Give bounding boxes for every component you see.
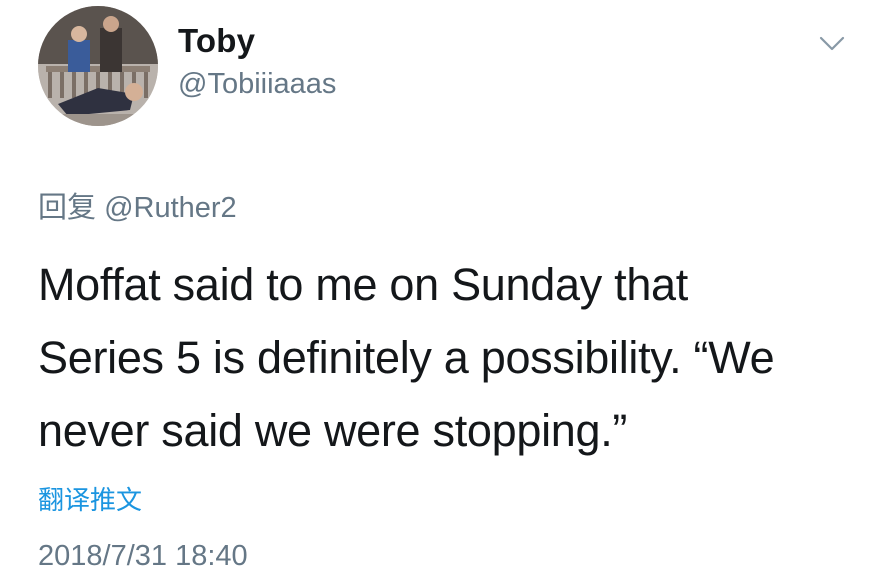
tweet-text-line: Moffat said to me on Sunday that [38,259,688,310]
tweet-text-line: Series 5 is definitely a possibility. “W… [38,332,775,383]
author-avatar[interactable] [38,6,158,126]
tweet-menu-button[interactable] [815,30,849,56]
author-handle[interactable]: @Tobiiiaaas [178,68,336,101]
avatar-photo-icon [38,6,158,126]
translate-tweet-link[interactable]: 翻译推文 [38,480,142,517]
tweet-timestamp[interactable]: 2018/7/31 18:40 [38,540,248,568]
reply-mention-link[interactable]: @Ruther2 [104,192,237,224]
tweet-text-line: never said we were stopping.” [38,405,628,456]
reply-context: 回复 @Ruther2 [38,184,237,226]
reply-prefix: 回复 [38,192,97,224]
chevron-down-icon [819,36,845,51]
tweet-body: Moffat said to me on Sunday that Series … [38,248,858,467]
author-display-name[interactable]: Toby [178,22,255,60]
tweet-card: Toby @Tobiiiaaas 回复 @Ruther2 Moffat said… [0,0,880,568]
